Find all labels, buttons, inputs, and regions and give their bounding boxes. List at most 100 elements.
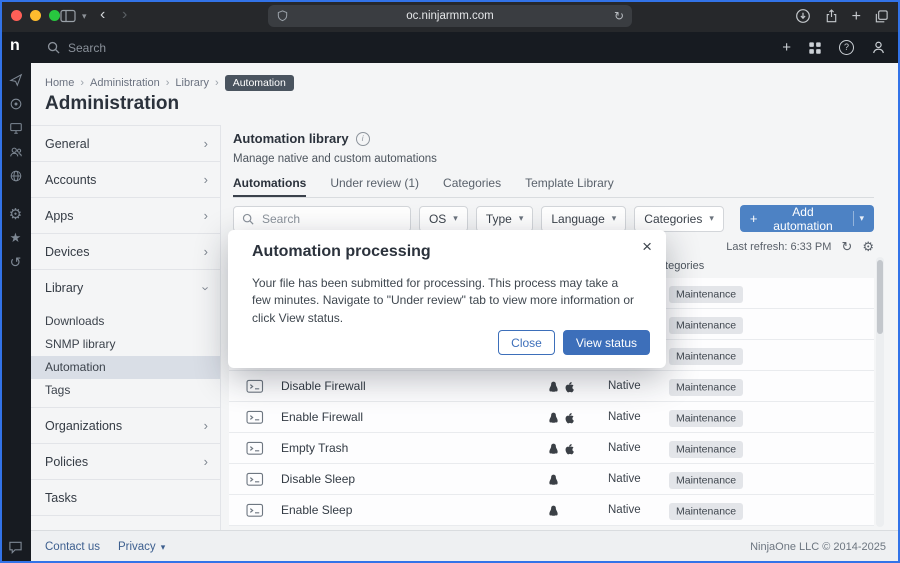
close-window-button[interactable]	[11, 10, 22, 21]
automation-name: Enable Sleep	[281, 495, 352, 526]
chevron-right-icon: ›	[204, 454, 208, 469]
os-filter-dropdown[interactable]: OS ▾	[419, 206, 468, 232]
scrollbar-thumb[interactable]	[877, 260, 883, 334]
sidebar-item-devices[interactable]: Devices ›	[31, 234, 220, 270]
support-chat-icon[interactable]	[8, 539, 24, 555]
global-search-input[interactable]	[66, 37, 290, 59]
close-button[interactable]: Close	[498, 330, 555, 355]
sidebar-item-snmp-library[interactable]: SNMP library	[31, 333, 220, 356]
reload-icon[interactable]: ↻	[614, 5, 624, 27]
automation-name: Empty Trash	[281, 433, 348, 464]
sidebar-item-policies[interactable]: Policies ›	[31, 444, 220, 480]
linux-icon	[549, 412, 558, 424]
browser-chrome: ▾ ‹ › oc.ninjarmm.com ↻ +	[0, 0, 900, 32]
sidebar-item-organizations[interactable]: Organizations ›	[31, 408, 220, 444]
footer: Contact us Privacy ▾ NinjaOne LLC © 2014…	[31, 530, 900, 563]
sidebar-item-downloads[interactable]: Downloads	[31, 310, 220, 333]
add-automation-button[interactable]: + Add automation ▾	[740, 205, 874, 232]
sidebar-item-tags[interactable]: Tags	[31, 379, 220, 402]
os-icons	[549, 464, 558, 495]
app-header: n + ?	[0, 32, 900, 63]
type-filter-dropdown[interactable]: Type ▾	[476, 206, 534, 232]
settings-gear-icon[interactable]: ⚙	[8, 206, 24, 222]
tab-automations[interactable]: Automations	[233, 172, 306, 197]
icon-rail: ⚙ ★ ↺	[0, 63, 31, 563]
button-divider	[853, 211, 854, 226]
search-icon	[242, 213, 254, 225]
language-filter-dropdown[interactable]: Language ▾	[541, 206, 626, 232]
chevron-right-icon: ›	[204, 244, 208, 259]
apps-grid-icon[interactable]	[808, 41, 822, 55]
zoom-window-button[interactable]	[49, 10, 60, 21]
send-icon[interactable]	[8, 72, 24, 88]
breadcrumb-home[interactable]: Home	[45, 77, 74, 89]
breadcrumb-library[interactable]: Library	[175, 77, 209, 89]
network-globe-icon[interactable]	[8, 168, 24, 184]
scrollbar[interactable]	[876, 257, 884, 527]
categories-filter-dropdown[interactable]: Categories ▾	[634, 206, 724, 232]
automation-name: Disable Firewall	[281, 371, 366, 402]
sidebar-item-library[interactable]: Library ›	[31, 270, 220, 306]
refresh-icon[interactable]: ↻	[841, 239, 852, 255]
forward-icon[interactable]: ›	[122, 6, 127, 24]
minimize-window-button[interactable]	[30, 10, 41, 21]
automation-type: Native	[608, 433, 641, 464]
close-icon[interactable]: ×	[642, 237, 652, 257]
help-icon[interactable]: ?	[839, 40, 854, 55]
last-refresh-label: Last refresh: 6:33 PM	[726, 241, 831, 253]
downloads-icon[interactable]	[795, 8, 811, 24]
chevron-down-icon[interactable]: ▾	[82, 11, 87, 22]
table-row[interactable]: Enable Firewall Native Maintenance	[229, 402, 874, 433]
tab-overview-icon[interactable]	[874, 9, 889, 24]
site-shield-icon	[276, 9, 289, 23]
apple-icon	[564, 412, 574, 424]
info-icon[interactable]: i	[356, 132, 370, 146]
tab-under-review[interactable]: Under review (1)	[330, 172, 419, 197]
plus-icon: +	[750, 211, 758, 226]
quick-add-icon[interactable]: +	[782, 39, 791, 56]
table-settings-gear-icon[interactable]: ⚙	[862, 239, 874, 255]
new-tab-icon[interactable]: +	[852, 9, 861, 24]
tab-categories[interactable]: Categories	[443, 172, 501, 197]
linux-icon	[549, 443, 558, 455]
privacy-link[interactable]: Privacy ▾	[118, 541, 165, 553]
share-icon[interactable]	[824, 8, 839, 24]
tab-template-library[interactable]: Template Library	[525, 172, 614, 197]
users-icon[interactable]	[8, 144, 24, 160]
table-row[interactable]: Enable Sleep Native Maintenance	[229, 495, 874, 526]
back-icon[interactable]: ‹	[100, 6, 105, 24]
category-badge: Maintenance	[669, 348, 743, 365]
chevron-down-icon: ▾	[519, 213, 524, 224]
category-badge: Maintenance	[669, 472, 743, 489]
sidebar-item-apps[interactable]: Apps ›	[31, 198, 220, 234]
chevron-right-icon: ›	[215, 77, 219, 89]
library-search[interactable]	[233, 206, 411, 232]
library-search-input[interactable]	[260, 211, 402, 227]
breadcrumb-automation-current: Automation	[225, 75, 294, 91]
os-icons	[549, 371, 574, 402]
table-row[interactable]: Disable Firewall Native Maintenance	[229, 371, 874, 402]
table-row[interactable]: Empty Trash Native Maintenance	[229, 433, 874, 464]
favorites-star-icon[interactable]: ★	[8, 230, 24, 246]
sidebar-item-tasks[interactable]: Tasks	[31, 480, 220, 516]
contact-us-link[interactable]: Contact us	[45, 541, 100, 553]
category-badge: Maintenance	[669, 317, 743, 334]
sidebar-item-accounts[interactable]: Accounts ›	[31, 162, 220, 198]
view-status-button[interactable]: View status	[563, 330, 650, 355]
sidebar-item-general[interactable]: General ›	[31, 126, 220, 162]
chevron-down-icon: ▾	[859, 213, 864, 224]
automation-script-icon	[246, 503, 264, 518]
chevron-right-icon: ›	[204, 172, 208, 187]
table-row[interactable]: Disable Sleep Native Maintenance	[229, 464, 874, 495]
ninjaone-logo[interactable]: n	[10, 37, 20, 55]
devices-icon[interactable]	[8, 120, 24, 136]
automation-script-icon	[246, 472, 264, 487]
screen: ▾ ‹ › oc.ninjarmm.com ↻ + n	[0, 0, 900, 563]
sidebar-toggle-icon[interactable]	[60, 9, 76, 23]
history-icon[interactable]: ↺	[8, 254, 24, 270]
user-profile-icon[interactable]	[871, 40, 886, 55]
sidebar-item-automation[interactable]: Automation	[31, 356, 220, 379]
dashboard-icon[interactable]	[8, 96, 24, 112]
address-bar[interactable]: oc.ninjarmm.com ↻	[268, 5, 632, 27]
breadcrumb-administration[interactable]: Administration	[90, 77, 160, 89]
